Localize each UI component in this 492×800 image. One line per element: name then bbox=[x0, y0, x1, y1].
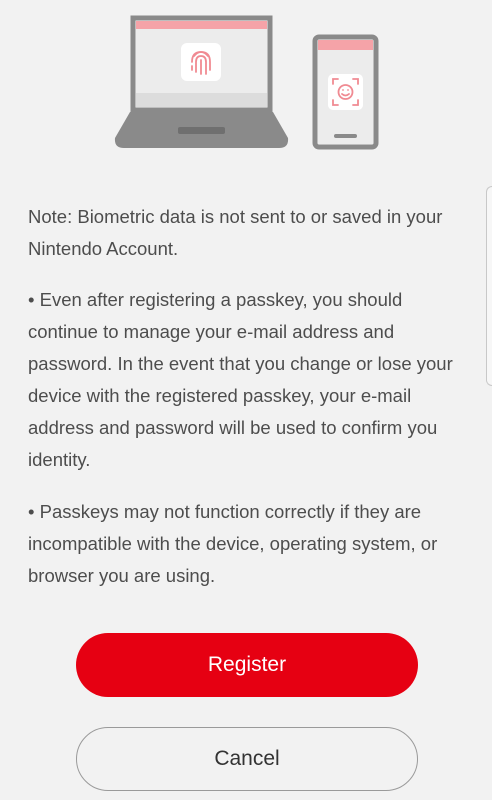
compatibility-info-bullet: • Passkeys may not function correctly if… bbox=[28, 501, 438, 586]
biometric-note: Note: Biometric data is not sent to or s… bbox=[28, 206, 443, 259]
passkey-illustration bbox=[0, 0, 492, 160]
face-scan-icon bbox=[328, 74, 363, 110]
fingerprint-icon bbox=[181, 43, 221, 81]
register-button-label: Register bbox=[207, 653, 287, 676]
laptop-illustration bbox=[114, 15, 289, 148]
cancel-button[interactable]: Cancel bbox=[76, 727, 418, 791]
scrollbar[interactable] bbox=[486, 186, 492, 386]
passkey-info-bullet: • Even after registering a passkey, you … bbox=[28, 289, 453, 470]
register-button[interactable]: Register bbox=[76, 633, 418, 697]
cancel-button-label: Cancel bbox=[214, 747, 280, 770]
